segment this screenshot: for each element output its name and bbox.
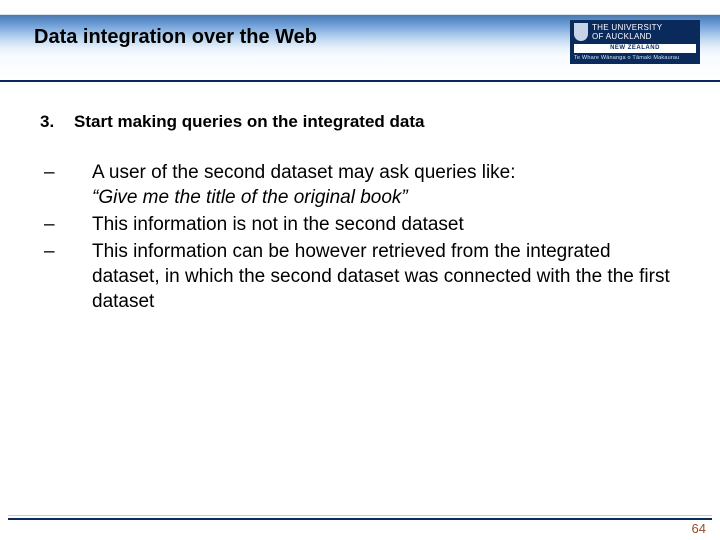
bullet-text: This information is not in the second da… — [92, 212, 680, 237]
logo-line-2: OF AUCKLAND — [592, 32, 662, 41]
bullet-list: – A user of the second dataset may ask q… — [40, 160, 680, 314]
numbered-step: 3. Start making queries on the integrate… — [40, 112, 680, 132]
step-text: Start making queries on the integrated d… — [74, 112, 424, 132]
bullet-dash: – — [40, 160, 92, 210]
slide-title: Data integration over the Web — [34, 26, 317, 49]
bullet-quote: “Give me the title of the original book” — [92, 187, 408, 208]
bullet-dash: – — [40, 239, 92, 314]
slide-content: 3. Start making queries on the integrate… — [0, 82, 720, 314]
list-item: – This information can be however retrie… — [40, 239, 680, 314]
step-number: 3. — [40, 112, 74, 132]
crest-icon — [574, 23, 588, 41]
logo-nz-bar: NEW ZEALAND — [574, 44, 696, 53]
logo-top-row: THE UNIVERSITY OF AUCKLAND — [574, 23, 696, 41]
bullet-text: A user of the second dataset may ask que… — [92, 160, 680, 210]
university-logo: THE UNIVERSITY OF AUCKLAND NEW ZEALAND T… — [570, 20, 700, 64]
logo-line-1: THE UNIVERSITY — [592, 23, 662, 32]
logo-tagline: Te Whare Wānanga o Tāmaki Makaurau — [574, 55, 696, 61]
list-item: – This information is not in the second … — [40, 212, 680, 237]
logo-text-block: THE UNIVERSITY OF AUCKLAND — [592, 23, 662, 41]
bullet-line: A user of the second dataset may ask que… — [92, 162, 516, 183]
bullet-text: This information can be however retrieve… — [92, 239, 680, 314]
slide-header: Data integration over the Web THE UNIVER… — [0, 0, 720, 82]
list-item: – A user of the second dataset may ask q… — [40, 160, 680, 210]
footer-rule — [8, 515, 712, 520]
bullet-dash: – — [40, 212, 92, 237]
page-number: 64 — [692, 521, 706, 536]
